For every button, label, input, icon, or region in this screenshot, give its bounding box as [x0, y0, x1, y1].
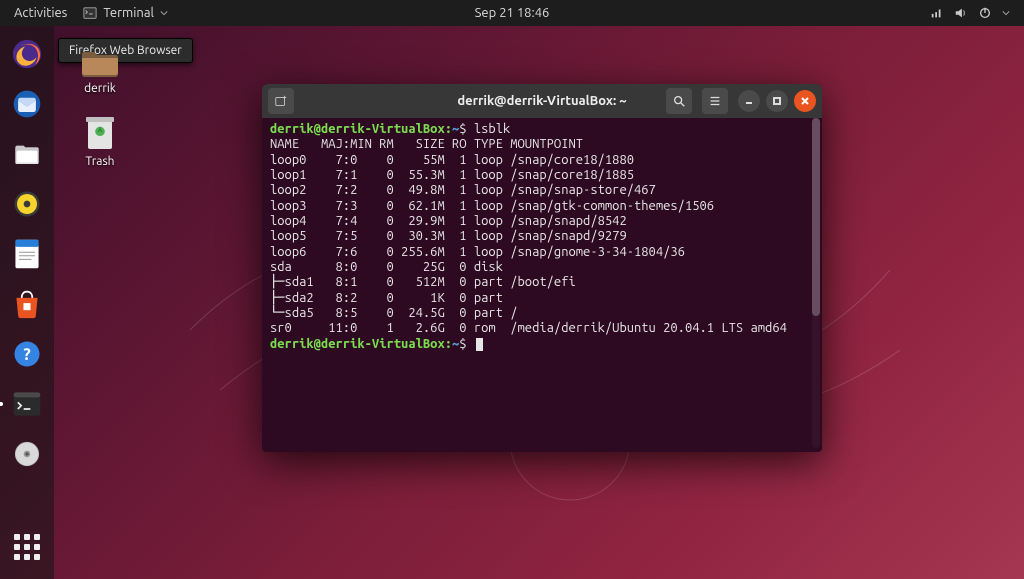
trash-icon [80, 113, 120, 153]
chevron-down-icon [1002, 9, 1010, 17]
new-tab-icon [274, 94, 288, 108]
desktop-icons: derrik Trash [70, 40, 130, 168]
dock-app-disc[interactable] [5, 432, 49, 476]
home-folder-icon [80, 40, 120, 80]
desktop-icon-label: Trash [85, 155, 114, 168]
maximize-icon [772, 96, 782, 106]
hamburger-icon [708, 94, 722, 108]
dock-app-help[interactable]: ? [5, 332, 49, 376]
terminal-body[interactable]: derrik@derrik-VirtualBox:~$ lsblk NAME M… [262, 118, 822, 452]
desktop-icon-home[interactable]: derrik [70, 40, 130, 95]
chevron-down-icon [160, 9, 168, 17]
grid-icon [14, 534, 40, 560]
terminal-window: derrik@derrik-VirtualBox: ~ derrik@derri… [262, 84, 822, 452]
network-icon [930, 6, 944, 20]
volume-icon [954, 6, 968, 20]
disc-icon [12, 439, 42, 469]
menu-button[interactable] [702, 88, 728, 114]
top-bar: Activities Terminal Sep 21 18:46 [0, 0, 1024, 26]
search-icon [672, 94, 686, 108]
svg-text:?: ? [23, 345, 30, 364]
dock-app-software[interactable] [5, 282, 49, 326]
thunderbird-icon [11, 88, 43, 120]
terminal-output-header: NAME MAJ:MIN RM SIZE RO TYPE MOUNTPOINT [270, 137, 814, 152]
scrollbar[interactable] [812, 118, 820, 448]
terminal-icon [12, 390, 42, 418]
scrollbar-thumb[interactable] [812, 118, 820, 316]
dock-app-rhythmbox[interactable] [5, 182, 49, 226]
shopping-bag-icon [11, 289, 43, 319]
app-menu-terminal[interactable]: Terminal [83, 6, 168, 20]
dock-app-files[interactable] [5, 132, 49, 176]
dock-app-firefox[interactable] [5, 32, 49, 76]
dock: ? [0, 26, 54, 579]
dock-app-terminal[interactable] [5, 382, 49, 426]
music-icon [12, 189, 42, 219]
terminal-icon [83, 6, 97, 20]
firefox-icon [10, 37, 44, 71]
minimize-icon [744, 96, 754, 106]
document-icon [13, 238, 41, 270]
close-icon [800, 96, 810, 106]
window-title: derrik@derrik-VirtualBox: ~ [457, 94, 626, 108]
terminal-line-prompt: derrik@derrik-VirtualBox:~$ [270, 337, 814, 352]
help-icon: ? [12, 339, 42, 369]
terminal-output-rows: loop0 7:0 0 55M 1 loop /snap/core18/1880… [270, 153, 814, 337]
power-icon [978, 6, 992, 20]
show-applications-button[interactable] [5, 525, 49, 569]
maximize-button[interactable] [766, 90, 788, 112]
cursor [476, 338, 483, 351]
new-tab-button[interactable] [268, 88, 294, 114]
terminal-line-prompt: derrik@derrik-VirtualBox:~$ lsblk [270, 122, 814, 137]
dock-app-writer[interactable] [5, 232, 49, 276]
app-menu-label: Terminal [103, 6, 154, 20]
search-button[interactable] [666, 88, 692, 114]
activities-button[interactable]: Activities [14, 6, 67, 20]
system-tray[interactable] [930, 6, 1024, 20]
clock[interactable]: Sep 21 18:46 [475, 6, 550, 20]
dock-app-thunderbird[interactable] [5, 82, 49, 126]
desktop-icon-trash[interactable]: Trash [70, 113, 130, 168]
folder-icon [12, 139, 42, 169]
minimize-button[interactable] [738, 90, 760, 112]
titlebar[interactable]: derrik@derrik-VirtualBox: ~ [262, 84, 822, 118]
desktop-icon-label: derrik [84, 82, 116, 95]
close-button[interactable] [794, 90, 816, 112]
